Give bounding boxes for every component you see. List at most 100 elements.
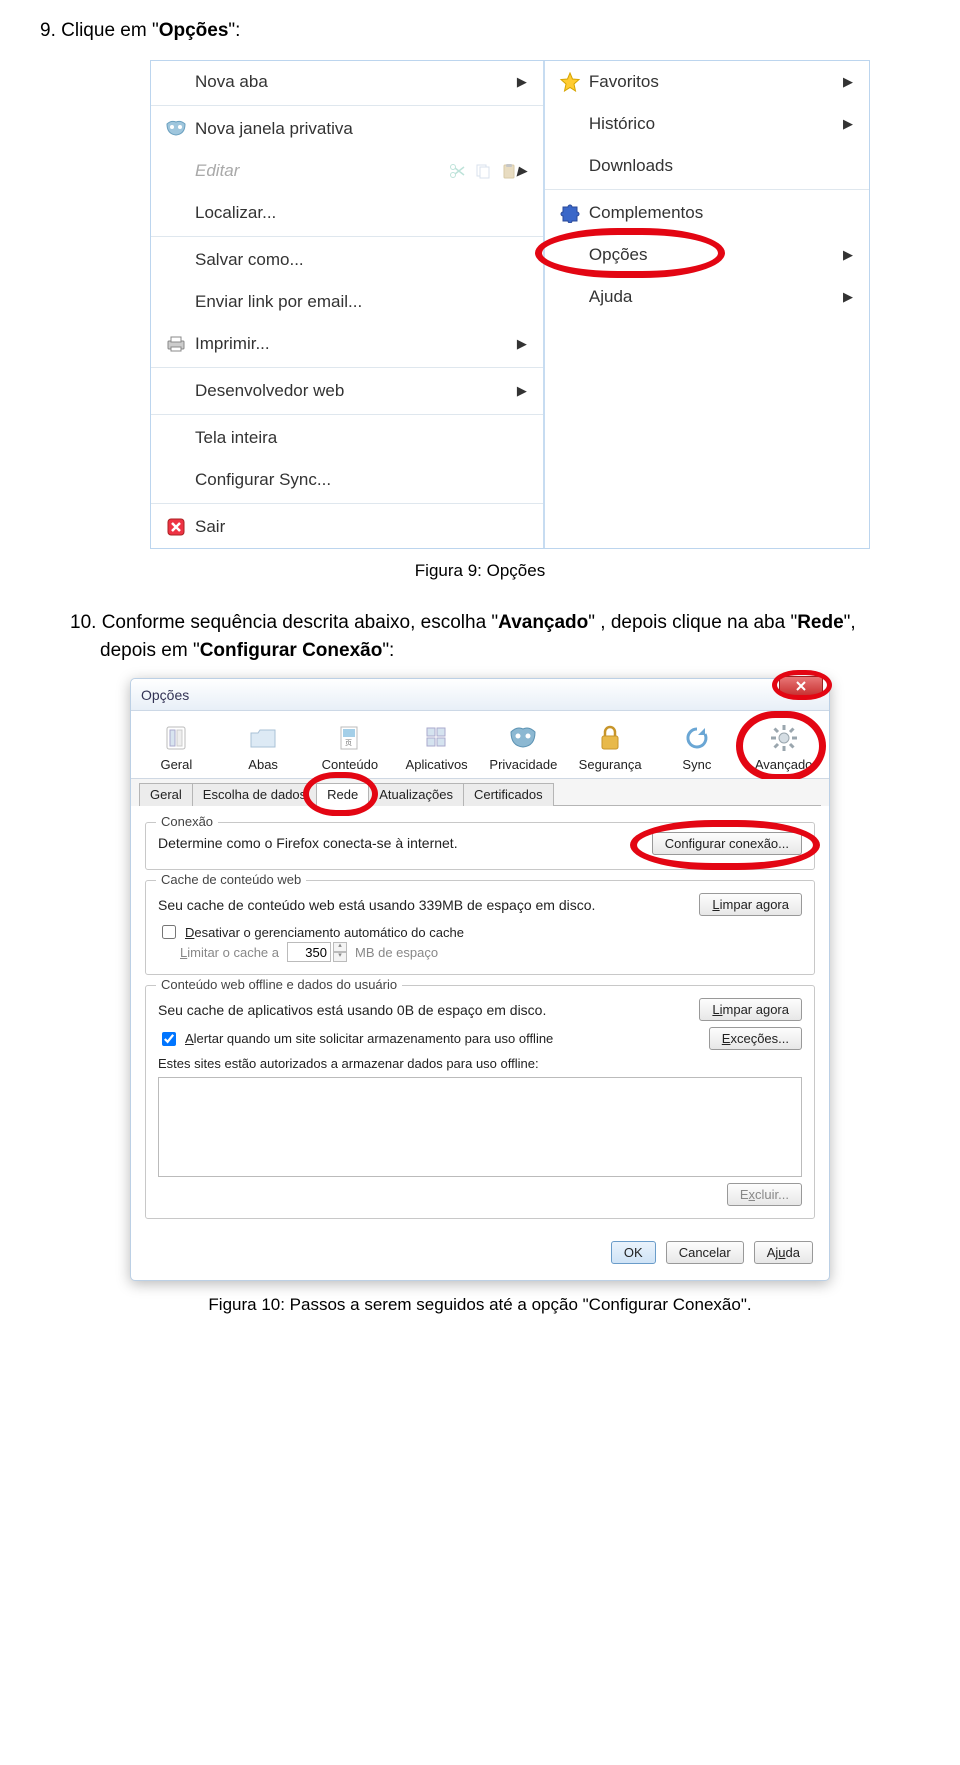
step9-num: 9. [40,20,56,41]
toolbar-geral[interactable]: Geral [133,717,220,778]
step10-num: 10. [70,612,96,633]
submenu-arrow-icon: ▶ [843,74,857,90]
menu-item-localizar-[interactable]: Localizar... [151,192,543,234]
toolbar-label: Sync [656,757,739,772]
menu-item-enviar-link-por-email-[interactable]: Enviar link por email... [151,281,543,323]
submenu-arrow-icon: ▶ [517,336,531,352]
options-dialog: Opções Geral Abas 页 ConteúdoAplicativos Priv… [130,678,830,1281]
cache-usage-text: Seu cache de conteúdo web está usando 33… [158,897,595,913]
cache-limit-unit: MB de espaço [355,945,438,960]
cache-limit-row: Limitar o cache a ▴▾ MB de espaço [180,942,802,962]
menu-item-tela-inteira[interactable]: Tela inteira [151,417,543,459]
mask2-icon [482,721,565,755]
toolbar-abas[interactable]: Abas [220,717,307,778]
cache-limit-spinner[interactable]: ▴▾ [333,942,347,962]
advanced-tabs: GeralEscolha de dadosRedeAtualizaçõesCer… [131,779,829,806]
menu-item-label: Nova aba [191,72,517,92]
apps-icon [395,721,478,755]
ok-button[interactable]: OK [611,1241,656,1264]
menu-item-complementos[interactable]: Complementos [545,192,869,234]
step10-line: 10. Conforme sequência descrita abaixo, … [70,609,920,678]
page-icon: 页 [309,721,392,755]
toolbar-aplicativos[interactable]: Aplicativos [393,717,480,778]
menu-item-label: Configurar Sync... [191,470,517,490]
step9-keyword: Opções [159,20,229,41]
tab-escolha-de-dados[interactable]: Escolha de dados [192,783,317,806]
toolbar-label: Privacidade [482,757,565,772]
menu-item-hist-rico[interactable]: Histórico▶ [545,103,869,145]
options-toolbar: Geral Abas 页 ConteúdoAplicativos Privacidade… [131,711,829,779]
clear-offline-button[interactable]: Limpar agora [699,998,802,1021]
switch-icon [135,721,218,755]
printer-icon [161,335,191,353]
help-button[interactable]: Ajuda [754,1241,813,1264]
menu-item-desenvolvedor-web[interactable]: Desenvolvedor web▶ [151,370,543,412]
toolbar-conte-do[interactable]: 页 Conteúdo [307,717,394,778]
tab-panel-rede: Conexão Determine como o Firefox conecta… [139,805,821,1233]
menu-item-label: Tela inteira [191,428,517,448]
menu-item-label: Salvar como... [191,250,517,270]
toolbar-label: Avançado [742,757,825,772]
sync-icon [656,721,739,755]
offline-usage-text: Seu cache de aplicativos está usando 0B … [158,1002,546,1018]
toolbar-label: Conteúdo [309,757,392,772]
cache-limit-input[interactable] [287,942,331,962]
menu-item-ajuda[interactable]: Ajuda▶ [545,276,869,318]
exceptions-button[interactable]: Exceções... [709,1027,802,1050]
menu-item-imprimir-[interactable]: Imprimir...▶ [151,323,543,365]
group-offline: Conteúdo web offline e dados do usuário … [145,985,815,1219]
menu-item-sair[interactable]: Sair [151,506,543,548]
submenu-arrow-icon: ▶ [843,247,857,263]
firefox-menu: Nova aba▶Nova janela privativaEditar▶Loc… [150,60,870,549]
delete-site-button[interactable]: Excluir... [727,1183,802,1206]
tab-atualiza-es[interactable]: Atualizações [368,783,464,806]
close-button[interactable] [779,676,823,696]
figure9-caption: Figura 9: Opções [40,561,920,581]
menu-item-label: Imprimir... [191,334,517,354]
lock-icon [569,721,652,755]
tab-geral[interactable]: Geral [139,783,193,806]
configure-connection-button[interactable]: Configurar conexão... [652,832,802,855]
edit-icons [449,163,517,179]
toolbar-label: Aplicativos [395,757,478,772]
toolbar-label: Geral [135,757,218,772]
menu-item-favoritos[interactable]: Favoritos▶ [545,61,869,103]
figure10-wrap: Opções Geral Abas 页 ConteúdoAplicativos Priv… [130,678,830,1281]
menu-item-nova-aba[interactable]: Nova aba▶ [151,61,543,103]
disable-auto-cache-checkbox[interactable]: Desativar o gerenciamento automático do … [158,922,464,942]
toolbar-sync[interactable]: Sync [654,717,741,778]
offline-sites-listbox[interactable] [158,1077,802,1177]
folder-icon [222,721,305,755]
menu-item-configurar-sync-[interactable]: Configurar Sync... [151,459,543,501]
menu-item-salvar-como-[interactable]: Salvar como... [151,239,543,281]
menu-item-label: Desenvolvedor web [191,381,517,401]
tab-certificados[interactable]: Certificados [463,783,554,806]
toolbar-label: Abas [222,757,305,772]
menu-item-downloads[interactable]: Downloads [545,145,869,187]
menu-item-label: Histórico [585,114,843,134]
svg-text:页: 页 [345,739,352,747]
submenu-arrow-icon: ▶ [517,74,531,90]
cancel-button[interactable]: Cancelar [666,1241,744,1264]
toolbar-seguran-a[interactable]: Segurança [567,717,654,778]
menu-item-op-es[interactable]: Opções▶ [545,234,869,276]
alert-offline-checkbox[interactable]: Alertar quando um site solicitar armazen… [158,1029,553,1049]
menu-item-nova-janela-privativa[interactable]: Nova janela privativa [151,108,543,150]
menu-item-label: Nova janela privativa [191,119,517,139]
figure9-wrap: Nova aba▶Nova janela privativaEditar▶Loc… [150,60,920,549]
group-cache: Cache de conteúdo web Seu cache de conte… [145,880,815,975]
menu-item-label: Localizar... [191,203,517,223]
star-icon [555,72,585,92]
gear-icon [742,721,825,755]
toolbar-avan-ado[interactable]: Avançado [740,717,827,778]
tab-rede[interactable]: Rede [316,783,369,806]
dialog-titlebar: Opções [131,679,829,711]
menu-right-col: Favoritos▶Histórico▶DownloadsComplemento… [545,61,869,548]
group-cache-title: Cache de conteúdo web [156,872,306,887]
toolbar-privacidade[interactable]: Privacidade [480,717,567,778]
clear-cache-button[interactable]: Limpar agora [699,893,802,916]
menu-item-label: Favoritos [585,72,843,92]
menu-item-editar[interactable]: Editar▶ [151,150,543,192]
menu-item-label: Sair [191,517,517,537]
group-conexao: Conexão Determine como o Firefox conecta… [145,822,815,870]
